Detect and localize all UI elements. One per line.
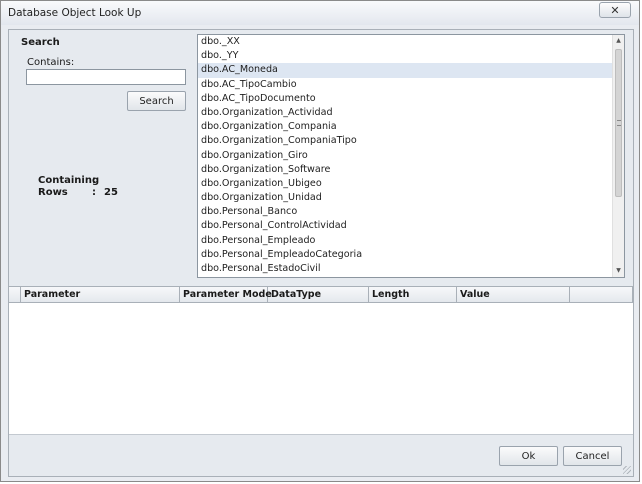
rows-count: 25 (104, 187, 118, 198)
scrollbar-thumb[interactable] (615, 49, 622, 197)
dialog-footer: Ok Cancel (9, 434, 633, 476)
close-icon: ✕ (610, 3, 620, 17)
containing-label: Containing (38, 175, 100, 186)
search-stats: Containing : Rows : 25 (38, 175, 118, 199)
resize-grip-icon[interactable] (623, 466, 631, 474)
object-list-item[interactable]: dbo.AC_Moneda (198, 63, 624, 78)
contains-label: Contains: (27, 57, 75, 68)
object-list-items: dbo._XX dbo._YY dbo.AC_Moneda dbo.AC_TipoCa… (198, 35, 624, 276)
object-list-item[interactable]: dbo.Personal_EmpleadoCategoria (198, 248, 624, 262)
object-list-item[interactable]: dbo.Organization_Actividad (198, 106, 624, 120)
rows-colon: : (92, 187, 96, 198)
object-list-item[interactable]: dbo.Personal_ControlActividad (198, 219, 624, 233)
contains-input[interactable] (26, 69, 186, 85)
object-list-item[interactable]: dbo.Personal_EstadoCivil (198, 262, 624, 276)
ok-button[interactable]: Ok (499, 446, 558, 466)
grid-column-header[interactable] (570, 287, 633, 302)
scroll-up-icon[interactable]: ▲ (613, 35, 624, 47)
grid-column-header[interactable]: Length (369, 287, 457, 302)
grid-column-header[interactable]: Parameter (21, 287, 180, 302)
search-heading: Search (21, 37, 60, 48)
object-list-item[interactable]: dbo.Organization_CompaniaTipo (198, 134, 624, 148)
rows-row: Rows : 25 (38, 187, 118, 199)
lookup-dialog: Database Object Look Up ✕ Search Contain… (0, 0, 640, 482)
grid-column-header[interactable]: Value (457, 287, 570, 302)
object-list-item[interactable]: dbo.Organization_Software (198, 163, 624, 177)
object-list-item[interactable]: dbo.Personal_Banco (198, 205, 624, 219)
dialog-body: Search Contains: Search Containing : Row… (8, 29, 634, 477)
rows-label: Rows (38, 187, 68, 198)
containing-row: Containing : (38, 175, 118, 187)
containing-colon: : (92, 175, 96, 186)
grid-column-header[interactable]: Parameter Mode (180, 287, 272, 302)
cancel-button[interactable]: Cancel (563, 446, 622, 466)
parameters-grid-header: Parameter Parameter Mode DataType Length Val… (9, 287, 633, 303)
window-title: Database Object Look Up (8, 7, 142, 19)
object-list-item[interactable]: dbo.Organization_Giro (198, 149, 624, 163)
object-list-item[interactable]: dbo._XX (198, 35, 624, 49)
object-list-item[interactable]: dbo.Organization_Unidad (198, 191, 624, 205)
scroll-down-icon[interactable]: ▼ (613, 265, 624, 277)
scrollbar-grip-icon (617, 120, 621, 126)
search-button[interactable]: Search (127, 91, 186, 111)
grid-column-header[interactable]: DataType (268, 287, 369, 302)
close-button[interactable]: ✕ (599, 2, 631, 18)
object-list-item[interactable]: dbo.Organization_Ubigeo (198, 177, 624, 191)
grid-column-header[interactable] (9, 287, 21, 302)
object-list[interactable]: dbo._XX dbo._YY dbo.AC_Moneda dbo.AC_TipoCa… (197, 34, 625, 278)
title-bar: Database Object Look Up ✕ (1, 1, 639, 25)
object-list-item[interactable]: dbo._YY (198, 49, 624, 63)
object-list-item[interactable]: dbo.AC_TipoDocumento (198, 92, 624, 106)
object-list-item[interactable]: dbo.Personal_Empleado (198, 234, 624, 248)
object-list-scrollbar[interactable]: ▲ ▼ (612, 35, 624, 277)
object-list-item[interactable]: dbo.AC_TipoCambio (198, 78, 624, 92)
parameters-grid[interactable]: Parameter Parameter Mode DataType Length Val… (9, 286, 633, 434)
object-list-item[interactable]: dbo.Organization_Compania (198, 120, 624, 134)
